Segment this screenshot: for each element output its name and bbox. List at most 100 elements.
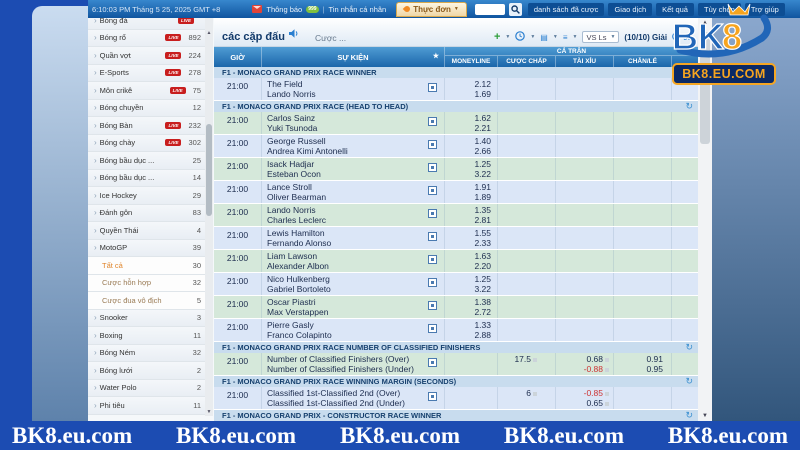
bet-builder-icon[interactable] [428,358,437,367]
topbar-nav-button[interactable]: Giao dịch [608,3,652,16]
sidebar-item[interactable]: › Bóng Bàn LIVE 232 [88,117,206,135]
event-row[interactable]: 21:00 Nico Hulkenberg Gabriel Bortoleto … [214,273,698,296]
view-select[interactable]: VS Ls ▼ [582,31,619,43]
sidebar-item[interactable]: › Bóng chày LIVE 302 [88,135,206,153]
total-odds[interactable] [556,296,614,318]
odd-even-odds[interactable] [614,181,672,203]
bet-builder-icon[interactable] [428,301,437,310]
odd-even-odds[interactable] [614,296,672,318]
refresh-icon[interactable]: ↻ [685,410,693,421]
moneyline-odds[interactable]: 1.253.22 [445,158,498,180]
handicap-line[interactable] [498,273,556,295]
bet-builder-icon[interactable] [428,232,437,241]
odd-even-odds[interactable] [614,158,672,180]
menu-button[interactable]: Thực đơn ▼ [396,2,467,17]
moneyline-odds[interactable]: 2.121.69 [445,78,498,100]
bet-builder-icon[interactable] [428,392,437,401]
chevron-down-icon[interactable]: ▼ [572,34,577,40]
scroll-up-icon[interactable]: ▲ [205,30,213,36]
refresh-icon[interactable]: ↻ [685,101,693,112]
handicap-line[interactable] [498,181,556,203]
sidebar-item[interactable]: › Môn crikê LIVE 75 [88,82,206,100]
handicap-line[interactable] [498,296,556,318]
sidebar-item[interactable]: › MotoGP 39 [88,240,206,258]
event-row[interactable]: 21:00 Lewis Hamilton Fernando Alonso 1.5… [214,227,698,250]
total-odds[interactable] [556,319,614,341]
moneyline-odds[interactable] [445,353,498,375]
odd-even-odds[interactable] [614,319,672,341]
star-icon[interactable]: ★ [433,52,439,60]
event-row[interactable]: 21:00 Lance Stroll Oliver Bearman 1.911.… [214,181,698,204]
handicap-line[interactable]: 17.5 [498,353,556,375]
handicap-line[interactable] [498,158,556,180]
event-row[interactable]: 21:00 George Russell Andrea Kimi Antonel… [214,135,698,158]
sidebar-item[interactable]: › Ice Hockey 29 [88,187,206,205]
total-odds[interactable] [556,227,614,249]
odd-even-odds[interactable]: 0.910.95 [614,353,672,375]
bet-builder-icon[interactable] [428,117,437,126]
add-icon[interactable]: + [494,32,500,42]
total-odds[interactable] [556,273,614,295]
search-icon[interactable] [509,3,522,16]
odd-even-odds[interactable] [614,204,672,226]
moneyline-odds[interactable]: 1.632.20 [445,250,498,272]
sidebar-item[interactable]: › Bóng chuyền 12 [88,100,206,118]
sidebar-item[interactable]: › E-Sports LIVE 278 [88,65,206,83]
scroll-down-icon[interactable]: ▼ [205,409,213,415]
event-row[interactable]: 21:00 Oscar Piastri Max Verstappen 1.382… [214,296,698,319]
total-odds[interactable] [556,112,614,134]
sidebar-item[interactable]: › Boxing 11 [88,327,206,345]
handicap-line[interactable] [498,204,556,226]
event-row[interactable]: 21:00 The Field Lando Norris 2.121.69 [214,78,698,101]
total-odds[interactable] [556,250,614,272]
moneyline-odds[interactable]: 1.402.66 [445,135,498,157]
bet-builder-icon[interactable] [428,83,437,92]
total-odds[interactable] [556,181,614,203]
bet-builder-icon[interactable] [428,186,437,195]
sidebar-item[interactable]: › Bóng Ném 32 [88,345,206,363]
odd-even-odds[interactable] [614,273,672,295]
messages-link[interactable]: Tin nhắn cá nhân [329,5,387,14]
bet-builder-icon[interactable] [428,163,437,172]
total-odds[interactable] [556,204,614,226]
sidebar-item[interactable]: › Snooker 3 [88,310,206,328]
display-mode-icon[interactable]: ▤ [540,33,548,42]
topbar-nav-button[interactable]: danh sách đã cược [528,3,605,16]
sidebar-item[interactable]: › Bóng bầu dục ... 14 [88,170,206,188]
sidebar-item[interactable]: › Cược hỗn hợp 32 [88,275,206,293]
bet-builder-icon[interactable] [428,255,437,264]
odd-even-odds[interactable] [614,387,672,409]
sidebar-item[interactable]: › Quyền Thái 4 [88,222,206,240]
handicap-line[interactable] [498,78,556,100]
event-row[interactable]: 21:00 Pierre Gasly Franco Colapinto 1.33… [214,319,698,342]
event-row[interactable]: 21:00 Liam Lawson Alexander Albon 1.632.… [214,250,698,273]
odd-even-odds[interactable] [614,135,672,157]
sidebar-scrollbar[interactable]: ▲ ▼ [205,16,213,416]
odd-even-odds[interactable] [614,112,672,134]
scroll-down-icon[interactable]: ▼ [698,413,712,419]
moneyline-odds[interactable]: 1.352.81 [445,204,498,226]
event-row[interactable]: 21:00 Number of Classified Finishers (Ov… [214,353,698,376]
moneyline-odds[interactable]: 1.622.21 [445,112,498,134]
sidebar-item[interactable]: › Bóng rổ LIVE 892 [88,30,206,48]
notifications-link[interactable]: Thông báo [266,5,302,14]
search-input[interactable] [475,4,505,15]
total-odds[interactable] [556,158,614,180]
sidebar-item[interactable]: › Cược đua vô địch 5 [88,292,206,310]
bet-builder-icon[interactable] [428,278,437,287]
moneyline-odds[interactable]: 1.552.33 [445,227,498,249]
handicap-line[interactable] [498,319,556,341]
refresh-icon[interactable]: ↻ [685,376,693,387]
sidebar-scroll-thumb[interactable] [206,124,212,216]
moneyline-odds[interactable]: 1.332.88 [445,319,498,341]
clock-icon[interactable] [515,31,525,43]
sidebar-item[interactable]: › Tất cả 30 [88,257,206,275]
event-row[interactable]: 21:00 Lando Norris Charles Leclerc 1.352… [214,204,698,227]
bet-builder-icon[interactable] [428,324,437,333]
total-odds[interactable] [556,135,614,157]
event-row[interactable]: 21:00 Carlos Sainz Yuki Tsunoda 1.622.21 [214,112,698,135]
sidebar-item[interactable]: › Bóng bầu dục ... 25 [88,152,206,170]
chevron-down-icon[interactable]: ▼ [553,34,558,40]
chevron-down-icon[interactable]: ▼ [505,34,510,40]
sidebar-item[interactable]: › Quần vợt LIVE 224 [88,47,206,65]
